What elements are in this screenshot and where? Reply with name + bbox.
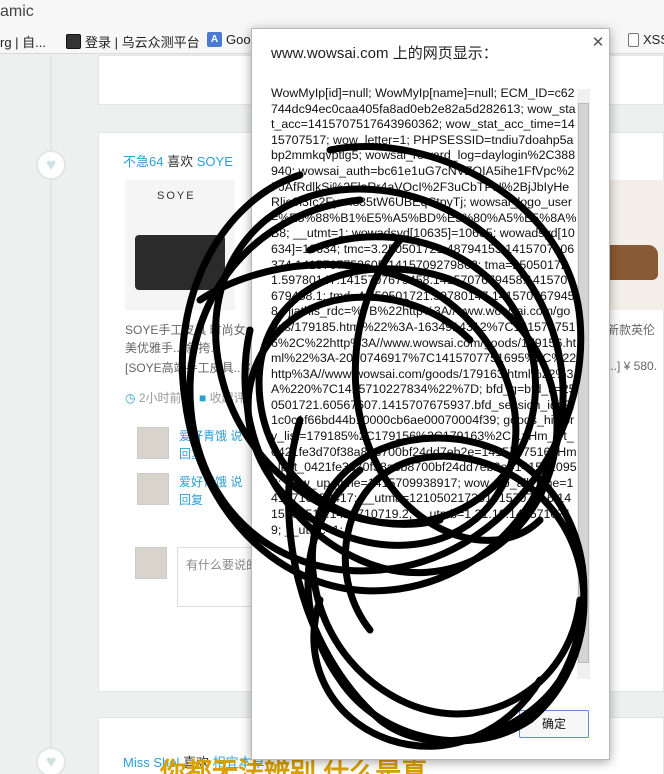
product-desc: [SOYE高端手工皮具...¥	[125, 361, 251, 375]
app-icon: A	[207, 32, 222, 47]
heart-icon[interactable]: ♥	[36, 747, 66, 774]
scrollbar-thumb[interactable]	[578, 103, 589, 663]
product-desc: 新款英伦	[607, 323, 656, 337]
bookmark-label: rg | 自...	[0, 35, 46, 50]
post-user-link[interactable]: 不急64	[123, 154, 163, 169]
dialog-title: www.wowsai.com 上的网页显示：	[271, 45, 498, 62]
bookmark-icon	[66, 34, 81, 49]
alert-dialog: www.wowsai.com 上的网页显示： ✕ WowMyIp[id]=nul…	[251, 28, 610, 760]
reply-link[interactable]: 回复	[179, 491, 203, 508]
reply-link[interactable]: 回复	[179, 445, 203, 462]
post-header: 不急64 喜欢 SOYE	[123, 151, 233, 170]
post-action: 喜欢	[167, 154, 194, 169]
product-desc: SOYE手工皮具 时尚女士	[125, 323, 258, 337]
product-desc: ...] ¥ 580.	[607, 359, 658, 373]
bookmark-item[interactable]: rg | 自...	[0, 32, 46, 51]
post-time-text: 2小时前	[138, 391, 182, 405]
comment-placeholder: 有什么要说的	[186, 558, 259, 572]
heart-icon[interactable]: ♥	[36, 150, 66, 180]
comment-icon: ■	[199, 391, 207, 405]
post-brand-link[interactable]: SOYE	[197, 154, 233, 169]
window-title: amic	[0, 3, 34, 20]
avatar[interactable]	[137, 427, 169, 459]
dialog-scrollbar[interactable]	[577, 89, 590, 679]
avatar	[135, 547, 167, 579]
screenshot-root: amic rg | 自... 登录 | 乌云众测平台 A Goo XSS ♥ 不…	[0, 0, 664, 774]
collapse-comments-link[interactable]: ■ 收起评	[199, 389, 246, 406]
ok-button[interactable]: 确定	[519, 710, 589, 738]
bookmark-label: Goo	[226, 32, 251, 47]
commenter-name[interactable]: 爱好青饿 说	[179, 427, 242, 444]
clock-icon: ◷	[125, 391, 136, 405]
handbag-shape	[135, 235, 225, 290]
browser-title-bar: amic	[0, 0, 664, 26]
collapse-label: 收起评	[209, 391, 246, 405]
bookmark-item[interactable]: A Goo	[207, 32, 251, 47]
brand-logo: SOYE	[157, 190, 196, 202]
dialog-message: WowMyIp[id]=null; WowMyIp[name]=null; EC…	[271, 86, 577, 537]
close-icon[interactable]: ✕	[591, 35, 605, 50]
bookmark-label: 登录 | 乌云众测平台	[85, 35, 200, 50]
page-icon	[628, 32, 639, 47]
bookmark-label: XSS	[643, 32, 664, 47]
commenter-name[interactable]: 爱好青饿 说	[179, 473, 242, 490]
product-image[interactable]: SOYE	[125, 180, 235, 310]
bookmark-item[interactable]: 登录 | 乌云众测平台	[66, 32, 200, 51]
product-desc: 美优雅手... 斜挎...	[125, 341, 221, 355]
bookmark-item[interactable]: XSS	[628, 32, 664, 47]
post-time: ◷ 2小时前	[125, 389, 182, 406]
avatar[interactable]	[137, 473, 169, 505]
